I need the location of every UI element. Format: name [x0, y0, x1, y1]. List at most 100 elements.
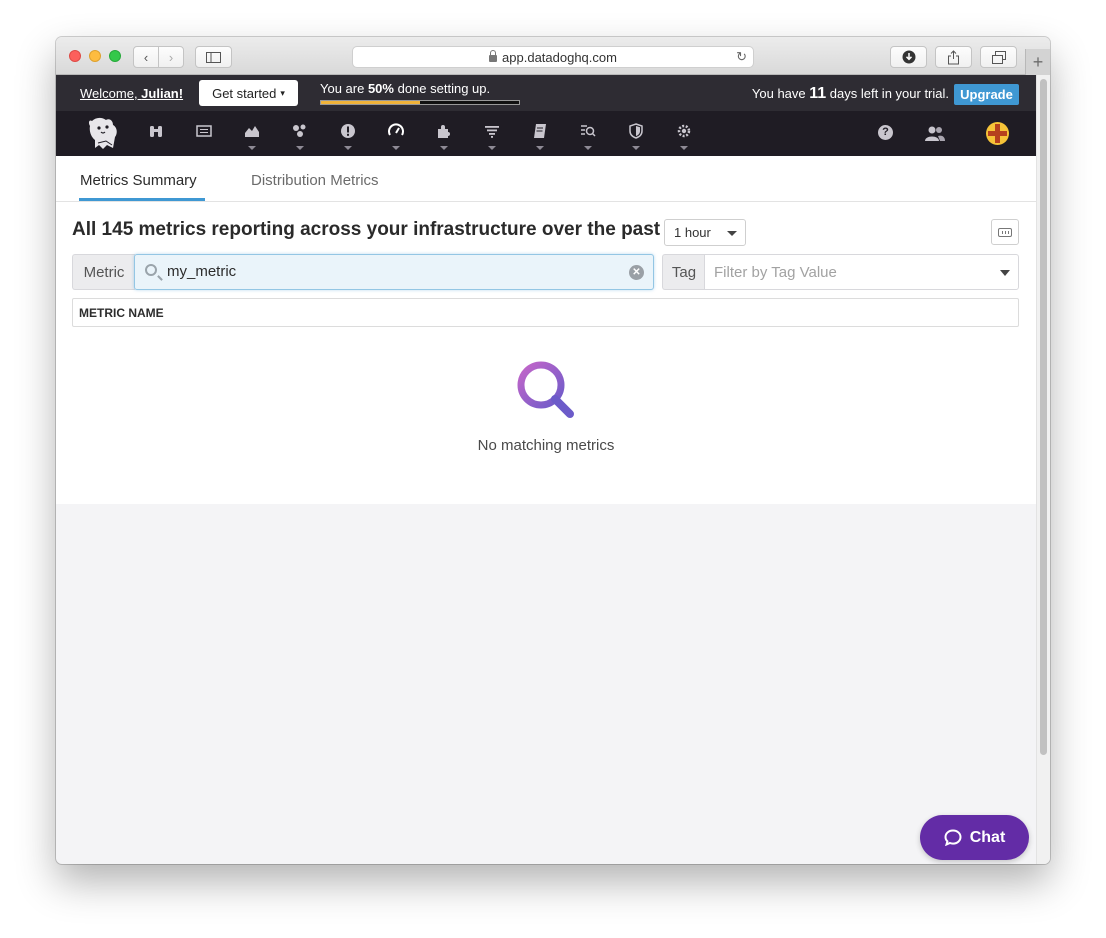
nav-item-notebooks[interactable] — [520, 111, 560, 156]
lock-icon — [489, 49, 498, 62]
url-bar[interactable]: app.datadoghq.com ↻ — [352, 46, 754, 68]
scrollbar-thumb[interactable] — [1040, 79, 1047, 755]
chevron-left-icon: ‹ — [143, 49, 149, 65]
tabs-icon — [991, 50, 1006, 64]
trial-remaining: You have 11 days left in your trial. — [752, 85, 949, 103]
hexagons-icon — [293, 124, 306, 137]
keyboard-shortcuts-button[interactable] — [991, 219, 1019, 245]
caret-down-icon — [440, 146, 448, 150]
downloads-button[interactable] — [890, 46, 927, 68]
metric-filter-label: Metric — [72, 254, 135, 290]
tag-filter-select[interactable]: Filter by Tag Value — [704, 254, 1019, 290]
chat-button[interactable]: Chat — [920, 815, 1029, 860]
setup-percent: 50% — [367, 81, 394, 96]
sidebar-icon — [206, 51, 221, 63]
log-search-icon — [581, 125, 596, 137]
upgrade-button[interactable]: Upgrade — [954, 84, 1019, 105]
share-icon — [948, 49, 959, 64]
nav-item-apm[interactable] — [472, 111, 512, 156]
tag-filter-placeholder: Filter by Tag Value — [714, 264, 837, 281]
gear-icon — [677, 124, 691, 138]
caret-down-icon — [584, 146, 592, 150]
time-range-select[interactable]: 1 hour — [664, 219, 746, 246]
nav-item-watchdog[interactable] — [136, 111, 176, 156]
page-title: All 145 metrics reporting across your in… — [72, 219, 661, 240]
forward-button[interactable]: › — [158, 46, 184, 68]
filter-list-icon — [485, 126, 499, 138]
caret-down-icon — [727, 231, 737, 236]
main-nav: ? — [56, 111, 1036, 156]
trial-suffix: days left in your trial. — [826, 86, 949, 101]
nav-item-security[interactable] — [616, 111, 656, 156]
table-header: METRIC NAME — [72, 298, 1019, 327]
setup-progress-fill — [321, 101, 420, 104]
get-started-dropdown[interactable]: Get started ▾ — [199, 80, 298, 106]
nav-item-metrics[interactable] — [376, 111, 416, 156]
caret-down-icon — [536, 146, 544, 150]
empty-state-message: No matching metrics — [477, 437, 615, 454]
chat-label: Chat — [969, 828, 1006, 846]
reload-icon[interactable]: ↻ — [736, 49, 747, 65]
setup-status: You are 50% done setting up. — [320, 81, 490, 96]
nav-item-infrastructure[interactable] — [280, 111, 320, 156]
nav-item-integrations[interactable] — [424, 111, 464, 156]
tab-bar: Metrics Summary Distribution Metrics — [56, 156, 1036, 202]
sidebar-toggle-button[interactable] — [195, 46, 232, 68]
active-tab-indicator — [79, 198, 205, 201]
caret-down-icon — [680, 146, 688, 150]
area-chart-icon — [245, 126, 259, 137]
datadog-logo-icon[interactable] — [86, 115, 120, 153]
search-icon — [145, 264, 157, 276]
column-header-metric-name[interactable]: METRIC NAME — [79, 306, 164, 320]
minimize-window-button[interactable] — [89, 50, 101, 62]
tag-filter-label: Tag — [662, 254, 705, 290]
download-icon — [902, 50, 915, 64]
page-scrollbar[interactable] — [1036, 75, 1050, 864]
nav-item-events[interactable] — [184, 111, 224, 156]
tab-metrics-summary[interactable]: Metrics Summary — [80, 172, 197, 189]
tab-distribution-metrics[interactable]: Distribution Metrics — [251, 172, 379, 189]
back-button[interactable]: ‹ — [133, 46, 159, 68]
clear-icon[interactable]: ✕ — [629, 265, 644, 280]
metric-search-input[interactable]: my_metric ✕ — [134, 254, 654, 290]
nav-item-monitors[interactable] — [328, 111, 368, 156]
chevron-right-icon: › — [168, 49, 174, 65]
puzzle-icon — [438, 125, 450, 138]
url-text: app.datadoghq.com — [502, 49, 617, 65]
nav-item-dashboards[interactable] — [232, 111, 272, 156]
magnifier-icon — [517, 361, 574, 418]
setup-suffix: done setting up. — [393, 81, 491, 96]
zoom-window-button[interactable] — [109, 50, 121, 62]
caret-down-icon — [632, 146, 640, 150]
chat-bubble-icon — [944, 829, 962, 846]
caret-down-icon: ▾ — [280, 87, 285, 98]
alert-icon — [341, 124, 355, 138]
metrics-summary-panel: Metrics Summary Distribution Metrics All… — [56, 156, 1036, 504]
caret-down-icon — [344, 146, 352, 150]
avatar[interactable] — [986, 122, 1009, 145]
trial-days: 11 — [809, 85, 827, 102]
nav-item-logs[interactable] — [568, 111, 608, 156]
list-icon — [196, 125, 212, 137]
browser-toolbar: ‹ › app.datadoghq.com ↻ + — [56, 37, 1050, 75]
shield-icon — [629, 123, 643, 139]
close-window-button[interactable] — [69, 50, 81, 62]
keyboard-icon — [998, 227, 1012, 237]
binoculars-icon — [150, 126, 162, 137]
caret-down-icon — [296, 146, 304, 150]
gauge-icon — [388, 123, 404, 136]
setup-prefix: You are — [320, 81, 368, 96]
trial-prefix: You have — [751, 86, 810, 101]
user-name: Julian! — [141, 86, 184, 101]
metric-search-value: my_metric — [167, 263, 237, 280]
share-button[interactable] — [935, 46, 972, 68]
question-icon[interactable]: ? — [878, 125, 893, 140]
trial-bar: Welcome, Julian! Get started ▾ You are 5… — [56, 75, 1036, 111]
welcome-link[interactable]: Welcome, Julian! — [80, 86, 183, 101]
nav-item-ux-monitoring[interactable] — [664, 111, 704, 156]
new-tab-button[interactable]: + — [1025, 49, 1050, 75]
browser-window: ‹ › app.datadoghq.com ↻ + Welcome, Julia… — [56, 37, 1050, 864]
caret-down-icon — [248, 146, 256, 150]
show-tabs-button[interactable] — [980, 46, 1017, 68]
team-icon[interactable] — [924, 125, 946, 141]
